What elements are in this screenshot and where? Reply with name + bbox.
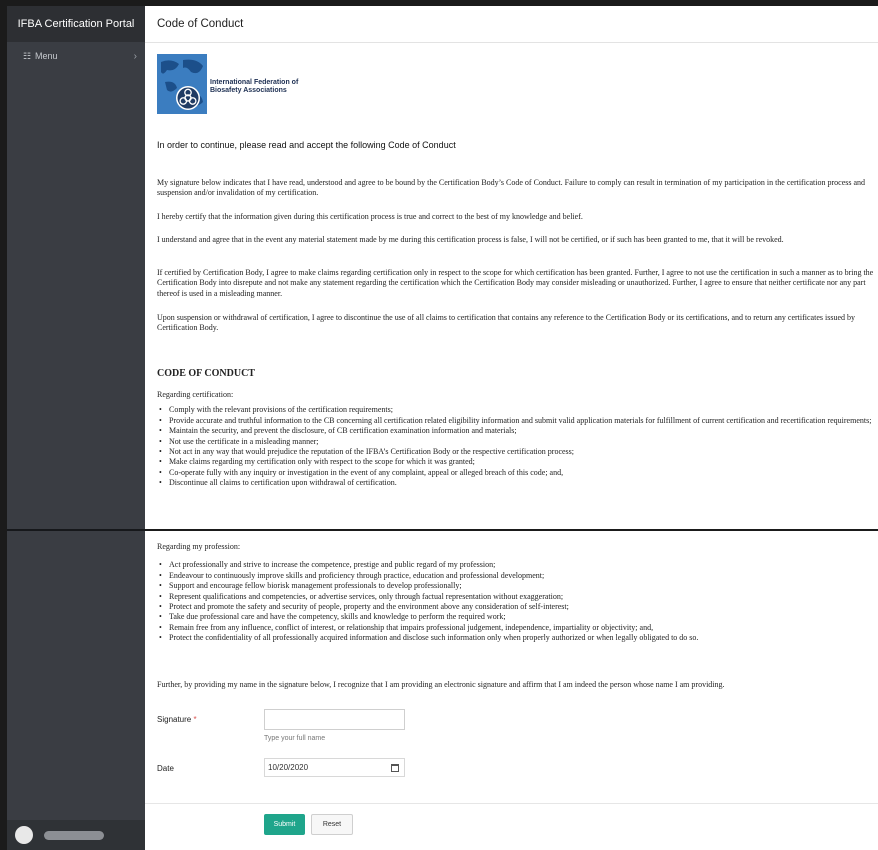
sidebar-menu-label: Menu — [35, 51, 58, 61]
reset-button[interactable]: Reset — [311, 814, 353, 835]
certification-section: Regarding certification: Comply with the… — [157, 390, 878, 489]
date-value: 10/20/2020 — [268, 763, 309, 772]
date-input[interactable]: 10/20/2020 — [264, 758, 405, 777]
sidebar-menu-toggle[interactable]: ☷ Menu › — [7, 42, 145, 70]
user-profile[interactable] — [7, 820, 145, 850]
signature-acknowledgement: Further, by providing my name in the sig… — [157, 680, 725, 689]
list-item: Take due professional care and have the … — [159, 612, 878, 623]
list-item: Protect the confidentiality of all profe… — [159, 633, 878, 644]
sidebar-divider — [7, 529, 145, 531]
list-item: Make claims regarding my certification o… — [159, 457, 878, 468]
submit-button[interactable]: Submit — [264, 814, 305, 835]
calendar-icon[interactable] — [391, 763, 399, 772]
terms-paragraph: I hereby certify that the information gi… — [157, 212, 583, 221]
required-marker: * — [193, 715, 197, 724]
app-brand[interactable]: IFBA Certification Portal — [7, 6, 145, 42]
section-label: Regarding certification: — [157, 390, 234, 399]
form-divider — [145, 803, 878, 804]
terms-paragraph: My signature below indicates that I have… — [157, 178, 866, 198]
signature-hint: Type your full name — [264, 735, 326, 742]
list-item: Endeavour to continuously improve skills… — [159, 571, 878, 582]
terms-paragraph: I understand and agree that in the event… — [157, 235, 784, 244]
list-item: Not use the certificate in a misleading … — [159, 437, 878, 448]
terms-paragraph: Upon suspension or withdrawal of certifi… — [157, 313, 855, 333]
logo-wordmark: International Federation of Biosafety As… — [210, 79, 299, 94]
list-item: Provide accurate and truthful informatio… — [159, 416, 878, 427]
code-of-conduct-heading: CODE OF CONDUCT — [157, 368, 255, 379]
list-item: Act professionally and strive to increas… — [159, 560, 878, 571]
list-icon: ☷ — [23, 50, 32, 61]
intro-instruction: In order to continue, please read and ac… — [157, 140, 456, 150]
username-redacted — [44, 830, 104, 840]
page-fold-divider — [145, 529, 878, 531]
list-item: Remain free from any influence, conflict… — [159, 623, 878, 634]
list-item: Maintain the security, and prevent the d… — [159, 426, 878, 437]
certification-list: Comply with the relevant provisions of t… — [157, 405, 878, 489]
section-label: Regarding my profession: — [157, 542, 241, 551]
globe-biohazard-icon — [157, 54, 207, 120]
signature-label: Signature * — [157, 715, 197, 724]
list-item: Comply with the relevant provisions of t… — [159, 405, 878, 416]
terms-paragraph: If certified by Certification Body, I ag… — [157, 268, 874, 298]
signature-input[interactable] — [264, 709, 405, 730]
sidebar: IFBA Certification Portal ☷ Menu › — [7, 6, 145, 850]
page-title: Code of Conduct — [157, 18, 244, 30]
list-item: Support and encourage fellow biorisk man… — [159, 581, 878, 592]
ifba-logo: International Federation of Biosafety As… — [157, 54, 298, 120]
chevron-right-icon: › — [133, 50, 137, 62]
page-header: Code of Conduct — [145, 6, 878, 43]
profession-list: Act professionally and strive to increas… — [157, 560, 878, 644]
list-item: Discontinue all claims to certification … — [159, 478, 878, 489]
avatar[interactable] — [15, 826, 33, 844]
list-item: Protect and promote the safety and secur… — [159, 602, 878, 613]
list-item: Co-operate fully with any inquiry or inv… — [159, 468, 878, 479]
list-item: Not act in any way that would prejudice … — [159, 447, 878, 458]
profession-section: Regarding my profession: Act professiona… — [157, 542, 878, 644]
list-item: Represent qualifications and competencie… — [159, 592, 878, 603]
date-label: Date — [157, 764, 174, 773]
main-content: Code of Conduct International Federation… — [145, 6, 878, 850]
